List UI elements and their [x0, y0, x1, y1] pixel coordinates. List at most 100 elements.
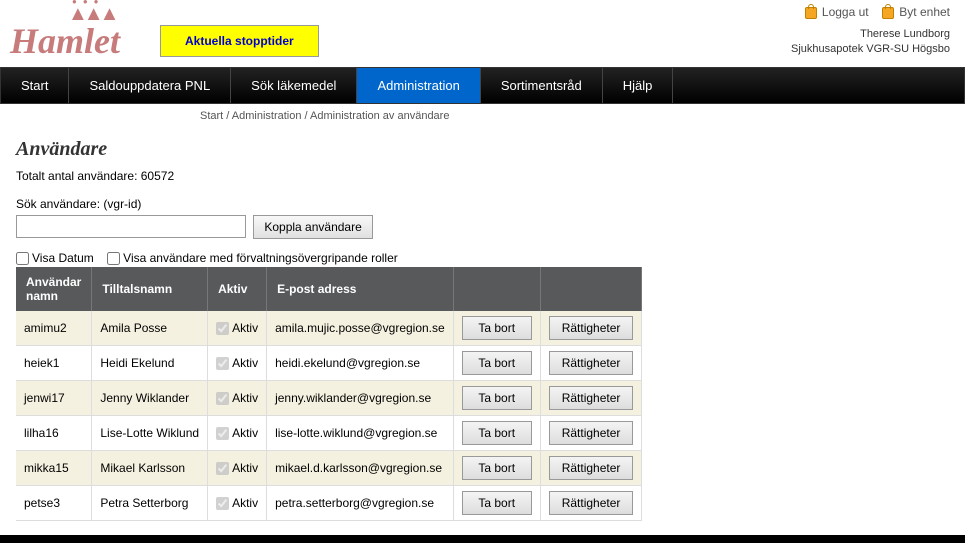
- search-label: Sök användare: (vgr-id): [16, 197, 949, 211]
- cell-rights: Rättigheter: [540, 486, 642, 521]
- cell-username: amimu2: [16, 311, 92, 346]
- nav-item-hjälp[interactable]: Hjälp: [603, 68, 674, 103]
- cell-email: heidi.ekelund@vgregion.se: [267, 346, 454, 381]
- cell-name: Petra Setterborg: [92, 486, 208, 521]
- cell-username: mikka15: [16, 451, 92, 486]
- aktiv-label: Aktiv: [232, 391, 258, 405]
- lock-icon: [805, 7, 817, 19]
- user-name: Therese Lundborg: [791, 27, 950, 42]
- total-count: Totalt antal användare: 60572: [16, 169, 949, 183]
- cell-aktiv: Aktiv: [208, 451, 267, 486]
- cell-aktiv: Aktiv: [208, 346, 267, 381]
- cell-username: heiek1: [16, 346, 92, 381]
- cell-aktiv: Aktiv: [208, 486, 267, 521]
- nav-item-administration[interactable]: Administration: [357, 68, 480, 103]
- cell-email: mikael.d.karlsson@vgregion.se: [267, 451, 454, 486]
- aktiv-checkbox[interactable]: [216, 322, 229, 335]
- users-table: Användar namn Tilltalsnamn Aktiv E-post …: [16, 267, 642, 521]
- cell-aktiv: Aktiv: [208, 381, 267, 416]
- th-aktiv: Aktiv: [208, 267, 267, 311]
- cell-remove: Ta bort: [453, 346, 540, 381]
- cell-rights: Rättigheter: [540, 416, 642, 451]
- rights-button[interactable]: Rättigheter: [549, 386, 634, 410]
- cell-username: petse3: [16, 486, 92, 521]
- table-row: heiek1Heidi Ekelund Aktiv heidi.ekelund@vg…: [16, 346, 642, 381]
- cell-aktiv: Aktiv: [208, 416, 267, 451]
- remove-button[interactable]: Ta bort: [462, 491, 532, 515]
- remove-button[interactable]: Ta bort: [462, 386, 532, 410]
- cell-email: lise-lotte.wiklund@vgregion.se: [267, 416, 454, 451]
- rights-button[interactable]: Rättigheter: [549, 316, 634, 340]
- cell-remove: Ta bort: [453, 416, 540, 451]
- remove-button[interactable]: Ta bort: [462, 316, 532, 340]
- lock-icon: [882, 7, 894, 19]
- nav-item-start[interactable]: Start: [1, 68, 69, 103]
- remove-button[interactable]: Ta bort: [462, 456, 532, 480]
- crown-icon: ▲▲▲: [68, 3, 115, 26]
- table-row: jenwi17Jenny Wiklander Aktiv jenny.wikland…: [16, 381, 642, 416]
- unit-name: Sjukhusapotek VGR-SU Högsbo: [791, 42, 950, 57]
- table-row: amimu2Amila Posse Aktiv amila.mujic.posse@…: [16, 311, 642, 346]
- cell-username: jenwi17: [16, 381, 92, 416]
- th-username: Användar namn: [16, 267, 92, 311]
- rights-button[interactable]: Rättigheter: [549, 456, 634, 480]
- cell-rights: Rättigheter: [540, 311, 642, 346]
- rights-button[interactable]: Rättigheter: [549, 351, 634, 375]
- logout-link[interactable]: Logga ut: [805, 5, 869, 19]
- cell-remove: Ta bort: [453, 381, 540, 416]
- aktiv-checkbox[interactable]: [216, 462, 229, 475]
- table-row: mikka15Mikael Karlsson Aktiv mikael.d.karl…: [16, 451, 642, 486]
- table-row: petse3Petra Setterborg Aktiv petra.setterb…: [16, 486, 642, 521]
- cell-rights: Rättigheter: [540, 346, 642, 381]
- cell-email: petra.setterborg@vgregion.se: [267, 486, 454, 521]
- aktiv-checkbox[interactable]: [216, 427, 229, 440]
- aktiv-checkbox[interactable]: [216, 357, 229, 370]
- cell-aktiv: Aktiv: [208, 311, 267, 346]
- koppla-button[interactable]: Koppla användare: [253, 215, 372, 239]
- visa-datum-label[interactable]: Visa Datum: [16, 251, 94, 265]
- cell-name: Lise-Lotte Wiklund: [92, 416, 208, 451]
- logo: ●●● ▲▲▲ Hamlet: [10, 5, 120, 62]
- table-row: lilha16Lise-Lotte Wiklund Aktiv lise-lotte…: [16, 416, 642, 451]
- stopptider-button[interactable]: Aktuella stopptider: [160, 25, 319, 57]
- visa-datum-checkbox[interactable]: [16, 252, 29, 265]
- visa-roller-checkbox[interactable]: [107, 252, 120, 265]
- nav-item-saldouppdatera-pnl[interactable]: Saldouppdatera PNL: [69, 68, 231, 103]
- nav-item-sortimentsråd[interactable]: Sortimentsråd: [481, 68, 603, 103]
- th-name: Tilltalsnamn: [92, 267, 208, 311]
- cell-name: Heidi Ekelund: [92, 346, 208, 381]
- cell-email: amila.mujic.posse@vgregion.se: [267, 311, 454, 346]
- cell-rights: Rättigheter: [540, 381, 642, 416]
- cell-name: Amila Posse: [92, 311, 208, 346]
- cell-remove: Ta bort: [453, 486, 540, 521]
- visa-roller-label[interactable]: Visa användare med förvaltningsövergripa…: [107, 251, 398, 265]
- aktiv-label: Aktiv: [232, 496, 258, 510]
- th-actions2: [540, 267, 642, 311]
- aktiv-label: Aktiv: [232, 356, 258, 370]
- remove-button[interactable]: Ta bort: [462, 421, 532, 445]
- aktiv-label: Aktiv: [232, 461, 258, 475]
- aktiv-label: Aktiv: [232, 426, 258, 440]
- cell-remove: Ta bort: [453, 311, 540, 346]
- cell-remove: Ta bort: [453, 451, 540, 486]
- th-email: E-post adress: [267, 267, 454, 311]
- page-title: Användare: [16, 138, 949, 161]
- aktiv-checkbox[interactable]: [216, 392, 229, 405]
- cell-username: lilha16: [16, 416, 92, 451]
- remove-button[interactable]: Ta bort: [462, 351, 532, 375]
- cell-email: jenny.wiklander@vgregion.se: [267, 381, 454, 416]
- breadcrumb: Start / Administration / Administration …: [0, 104, 965, 128]
- search-input[interactable]: [16, 215, 246, 238]
- cell-name: Mikael Karlsson: [92, 451, 208, 486]
- aktiv-label: Aktiv: [232, 321, 258, 335]
- cell-rights: Rättigheter: [540, 451, 642, 486]
- rights-button[interactable]: Rättigheter: [549, 421, 634, 445]
- th-actions1: [453, 267, 540, 311]
- rights-button[interactable]: Rättigheter: [549, 491, 634, 515]
- aktiv-checkbox[interactable]: [216, 497, 229, 510]
- change-device-link[interactable]: Byt enhet: [882, 5, 950, 19]
- footer-bar: [0, 535, 965, 543]
- cell-name: Jenny Wiklander: [92, 381, 208, 416]
- main-nav: StartSaldouppdatera PNLSök läkemedelAdmi…: [0, 67, 965, 104]
- nav-item-sök-läkemedel[interactable]: Sök läkemedel: [231, 68, 357, 103]
